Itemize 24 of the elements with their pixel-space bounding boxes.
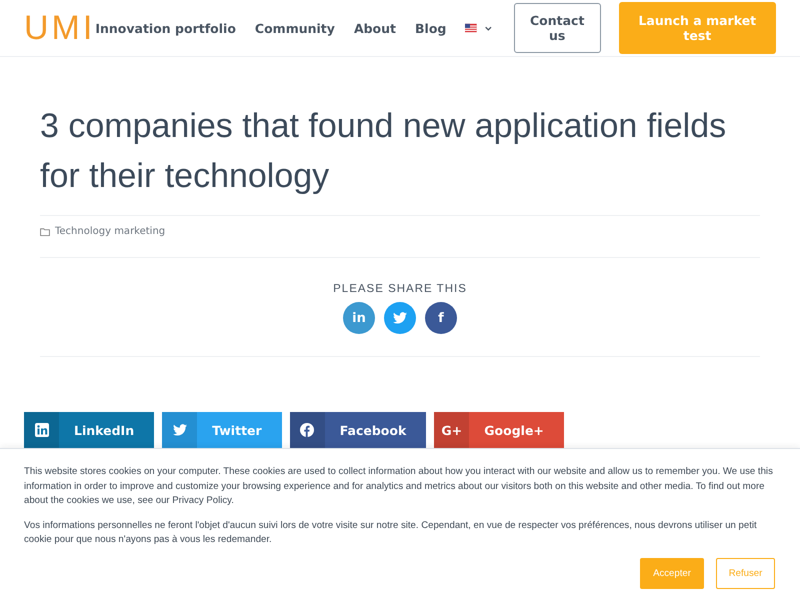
google-share-button[interactable]: G+ Google+	[434, 412, 564, 448]
twitter-icon	[172, 424, 187, 436]
twitter-share-button[interactable]: Twitter	[162, 412, 282, 448]
article-title: 3 companies that found new application fields for their technology	[40, 106, 728, 197]
category-link[interactable]: Technology marketing	[55, 226, 166, 237]
facebook-icon	[300, 423, 314, 437]
nav-link[interactable]: Innovation portfolio	[95, 20, 236, 36]
chevron-down-icon[interactable]	[485, 26, 492, 30]
linkedin-share-button[interactable]: in	[343, 302, 375, 334]
twitter-icon	[393, 312, 407, 324]
share-heading: PLEASE SHARE THIS	[333, 283, 467, 295]
facebook-share-button[interactable]: f	[425, 302, 457, 334]
cookie-text: This website stores cookies on your computer. These cookies are used to collect information about how you interact with our website and allow us to remember you. We use this information in order to improve and customize your browsing experience and for analytics and metrics about our visitors both on this website and other media. To find out more about the cookies we use, see our Privacy Policy.	[24, 465, 774, 508]
linkedin-share-button[interactable]: LinkedIn	[24, 412, 154, 448]
twitter-share-button[interactable]	[384, 302, 416, 334]
nav-link[interactable]: Blog	[415, 20, 446, 36]
cookie-text: Vos informations personnelles ne feront l'objet d'aucun suivi lors de votre visite sur notre site. Cependant, en vue de respecter vos préférences, nous devrons utiliser un petit cookie pour que nous n'ayons pas à vous les redemander.	[24, 518, 758, 547]
flag-icon[interactable]	[465, 23, 478, 33]
nav-link[interactable]: About	[354, 20, 396, 36]
linkedin-icon	[34, 423, 48, 437]
facebook-share-button[interactable]: Facebook	[290, 412, 426, 448]
folder-icon	[40, 228, 50, 236]
nav-link[interactable]: Community	[254, 20, 335, 36]
contact-button[interactable]: Contact us	[514, 3, 601, 53]
